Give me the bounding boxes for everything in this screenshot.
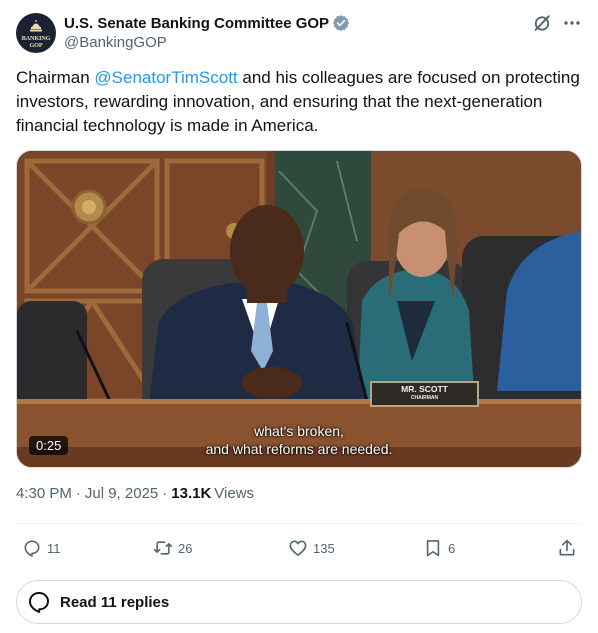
tweet-time[interactable]: 4:30 PM	[16, 485, 72, 502]
reply-icon	[24, 540, 40, 557]
video-caption-line-1: what's broken,	[254, 423, 344, 439]
views-count[interactable]: 13.1K	[171, 485, 211, 502]
share-button[interactable]	[557, 535, 577, 561]
header-actions	[532, 12, 582, 34]
capitol-dome-icon	[30, 20, 42, 32]
video-caption-line-2: and what reforms are needed.	[205, 441, 393, 457]
video-duration-badge: 0:25	[29, 436, 69, 455]
tweet-header: BANKING GOP U.S. Senate Banking Committe…	[16, 12, 582, 56]
placard-name: MR. SCOTT	[401, 384, 448, 394]
share-icon	[559, 539, 575, 556]
avatar-text: BANKING GOP	[21, 35, 51, 49]
video-frame	[17, 151, 581, 467]
action-bar: 11 26 135 6	[16, 535, 582, 561]
read-replies-label: Read 11 replies	[60, 593, 170, 611]
meta-separator-2: ·	[162, 485, 168, 502]
reply-bubble-icon	[29, 592, 49, 613]
tweet-text-before: Chairman	[16, 68, 95, 87]
views-label: Views	[214, 485, 255, 502]
like-button[interactable]: 135	[288, 535, 335, 561]
tweet-text: Chairman @SenatorTimScott and his collea…	[16, 66, 582, 139]
tweet-date[interactable]: Jul 9, 2025	[85, 485, 158, 502]
name-placard: MR. SCOTT CHAIRMAN	[370, 381, 479, 407]
bookmark-icon	[426, 540, 440, 557]
like-count: 135	[313, 540, 335, 556]
divider-top	[16, 523, 582, 524]
bookmark-count: 6	[448, 540, 456, 556]
repost-button[interactable]: 26	[153, 535, 192, 561]
verified-badge-icon	[332, 15, 350, 32]
reply-button[interactable]: 11	[22, 535, 61, 561]
video-player[interactable]: MR. SCOTT CHAIRMAN what's broken, and wh…	[16, 150, 582, 468]
display-name[interactable]: U.S. Senate Banking Committee GOP	[64, 15, 329, 32]
repost-count: 26	[178, 540, 193, 556]
display-name-row: U.S. Senate Banking Committee GOP	[64, 12, 350, 34]
bookmark-button[interactable]: 6	[423, 535, 455, 561]
mention-link[interactable]: @SenatorTimScott	[94, 68, 237, 87]
repost-icon	[153, 541, 173, 555]
meta-separator: ·	[75, 485, 81, 502]
placard-title: CHAIRMAN	[410, 395, 439, 401]
grok-icon[interactable]	[532, 13, 552, 33]
heart-icon	[289, 540, 307, 556]
account-handle[interactable]: @BankingGOP	[64, 34, 350, 51]
tweet-meta: 4:30 PM · Jul 9, 2025 · 13.1K Views	[16, 485, 254, 502]
avatar[interactable]: BANKING GOP	[16, 13, 56, 53]
account-names: U.S. Senate Banking Committee GOP @Banki…	[64, 12, 350, 51]
read-replies-button[interactable]: Read 11 replies	[16, 580, 582, 624]
reply-count: 11	[47, 540, 61, 556]
more-icon[interactable]	[562, 13, 582, 33]
